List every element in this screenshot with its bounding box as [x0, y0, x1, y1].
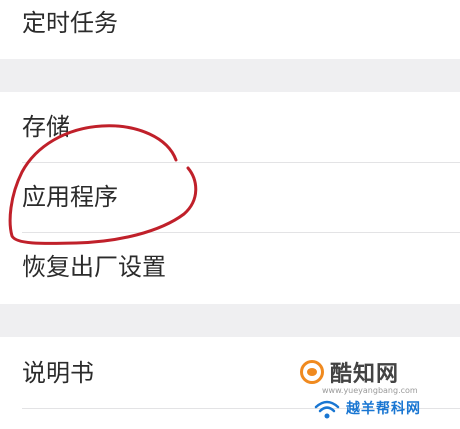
- settings-item-label: 恢复出厂设置: [22, 253, 166, 281]
- divider: [22, 162, 460, 163]
- divider: [22, 232, 460, 233]
- settings-item-label: 应用程序: [22, 183, 118, 211]
- settings-item-applications[interactable]: 应用程序: [0, 185, 460, 209]
- settings-item-factory-reset[interactable]: 恢复出厂设置: [0, 255, 460, 279]
- wifi-icon: [314, 400, 340, 419]
- watermark-kuzhi: 酷知网: [300, 356, 399, 388]
- watermark-url: www.yueyangbang.com: [322, 386, 418, 395]
- settings-item-label: 存储: [22, 113, 70, 141]
- kuzhi-logo-icon: [300, 360, 324, 384]
- settings-item-label: 说明书: [22, 359, 94, 387]
- settings-item-label: 定时任务: [22, 9, 118, 37]
- watermark-text: 酷知网: [330, 362, 400, 387]
- watermark-yueyangbang: www.yueyangbang.com 越羊帮科网: [302, 386, 458, 426]
- settings-item-storage[interactable]: 存储: [0, 115, 460, 139]
- settings-item-scheduled-tasks[interactable]: 定时任务: [0, 11, 460, 35]
- watermark-brand: 越羊帮科网: [346, 401, 421, 417]
